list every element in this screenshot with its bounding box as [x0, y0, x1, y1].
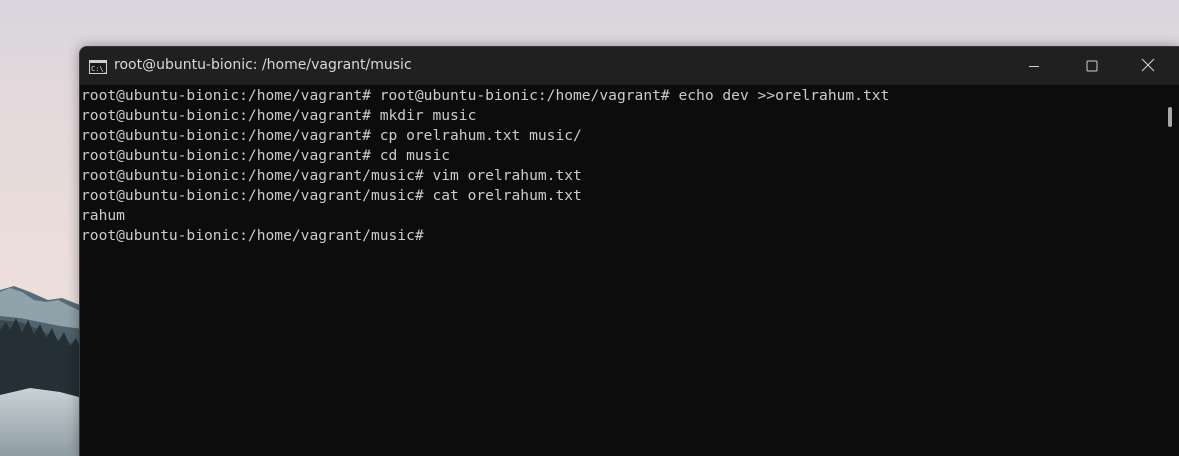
terminal-line: root@ubuntu-bionic:/home/vagrant/music# … [81, 187, 582, 204]
minimize-button[interactable] [1011, 47, 1057, 85]
terminal-line: root@ubuntu-bionic:/home/vagrant# root@u… [81, 87, 890, 104]
desktop-wallpaper [0, 0, 90, 456]
terminal-line: root@ubuntu-bionic:/home/vagrant# cd mus… [81, 147, 451, 164]
svg-text:C:\_: C:\_ [91, 65, 107, 73]
title-bar[interactable]: C:\_ root@ubuntu-bionic: /home/vagrant/m… [80, 47, 1179, 85]
scrollbar-thumb[interactable] [1168, 107, 1172, 127]
close-button[interactable] [1125, 47, 1171, 85]
close-icon [1141, 57, 1155, 76]
terminal-output[interactable]: root@ubuntu-bionic:/home/vagrant# root@u… [80, 86, 1160, 456]
terminal-window: C:\_ root@ubuntu-bionic: /home/vagrant/m… [79, 46, 1179, 456]
terminal-line: rahum [81, 207, 125, 224]
maximize-icon [1086, 57, 1098, 76]
terminal-line: root@ubuntu-bionic:/home/vagrant# cp ore… [81, 127, 582, 144]
vertical-scrollbar[interactable] [1160, 86, 1179, 456]
window-title: root@ubuntu-bionic: /home/vagrant/music [114, 57, 412, 73]
minimize-icon [1028, 57, 1040, 76]
terminal-prompt: root@ubuntu-bionic:/home/vagrant/music# [81, 227, 424, 244]
terminal-line: root@ubuntu-bionic:/home/vagrant/music# … [81, 167, 582, 184]
terminal-line: root@ubuntu-bionic:/home/vagrant# mkdir … [81, 107, 477, 124]
maximize-button[interactable] [1069, 47, 1115, 85]
console-icon: C:\_ [89, 59, 109, 74]
